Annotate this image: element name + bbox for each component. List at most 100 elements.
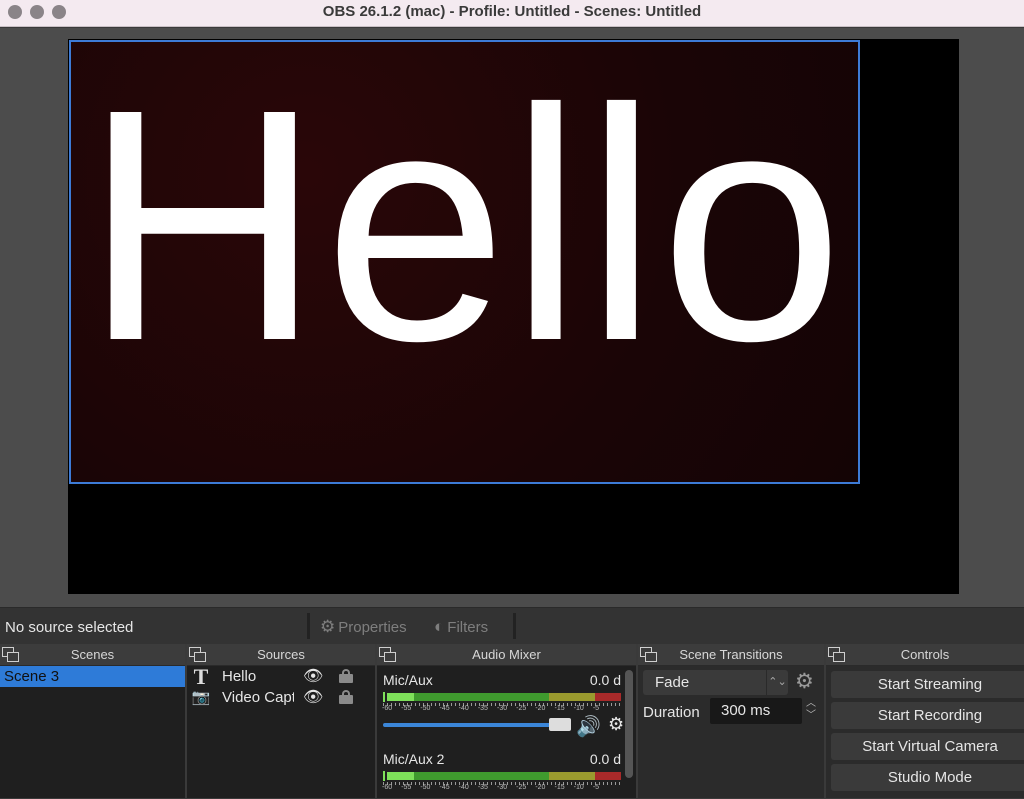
preview-hello-text: Hello [83, 40, 846, 409]
controls-dock-header: Controls [826, 644, 1024, 666]
gear-icon[interactable]: ⚙ [608, 714, 624, 735]
scene-transitions-dock-title: Scene Transitions [679, 647, 783, 662]
meter-tick-label: -35 [477, 784, 488, 791]
channel-name: Mic/Aux [383, 672, 433, 688]
audio-mixer-dock: Audio Mixer Mic/Aux 0.0 d -60 -55 -50 -45 -4… [377, 644, 636, 798]
eye-icon[interactable]: 👁 [303, 666, 323, 687]
meter-tick-label: -45 [439, 705, 450, 712]
start-streaming-button[interactable]: Start Streaming [831, 671, 1024, 698]
volume-meter [383, 691, 621, 703]
dock-float-icon[interactable] [189, 647, 206, 663]
meter-tick-label: -50 [420, 705, 431, 712]
source-name: Video Capture [222, 689, 294, 706]
text-icon: T [193, 664, 209, 689]
source-name: Hello [222, 668, 257, 685]
meter-tick-label: -35 [477, 705, 488, 712]
transition-value: Fade [655, 674, 690, 691]
meter-tick-label: -25 [516, 784, 527, 791]
duration-label: Duration [643, 704, 700, 721]
sources-dock-title: Sources [257, 647, 305, 662]
meter-tick-label: -30 [497, 705, 508, 712]
source-item[interactable]: T Hello 👁 [187, 664, 375, 689]
meter-yellow-zone [549, 772, 595, 780]
window-title: OBS 26.1.2 (mac) - Profile: Untitled - S… [322, 3, 702, 20]
properties-button[interactable]: ⚙ Properties [320, 617, 407, 637]
meter-tick-label: -60 [382, 705, 393, 712]
filters-label: Filters [447, 618, 489, 636]
meter-tick-label: -15 [554, 784, 565, 791]
title-bar: OBS 26.1.2 (mac) - Profile: Untitled - S… [0, 0, 1024, 27]
audio-mixer-body: Mic/Aux 0.0 d -60 -55 -50 -45 -40 -35 -30 -25 -2… [377, 666, 636, 798]
toolbar-separator [513, 613, 516, 639]
controls-dock: Controls Start Streaming Start Recording… [826, 644, 1024, 798]
duration-input[interactable]: 300 ms [710, 698, 802, 724]
meter-tick-label: -55 [401, 705, 412, 712]
scenes-dock: Scenes Scene 3 [0, 644, 185, 798]
audio-mixer-dock-title: Audio Mixer [472, 647, 541, 662]
filters-button[interactable]: ◐ Filters [434, 617, 488, 637]
dock-float-icon[interactable] [379, 647, 396, 663]
volume-meter [383, 770, 621, 782]
meter-tick-label: -45 [439, 784, 450, 791]
channel-db-readout: 0.0 d [589, 672, 621, 688]
sources-dock: Sources T Hello 👁 📷 Video Capture 👁 [187, 644, 375, 798]
scene-transitions-dock: Scene Transitions Fade ⌃⌄ ⚙ Duration 300… [638, 644, 824, 798]
meter-peak [383, 692, 385, 702]
source-toolbar: No source selected ⚙ Properties ◐ Filter… [0, 607, 1024, 644]
meter-tick-label: -40 [458, 705, 469, 712]
source-item[interactable]: 📷 Video Capture 👁 [187, 687, 375, 708]
chevron-up-icon[interactable]: ︿ [802, 698, 820, 710]
scene-item[interactable]: Scene 3 [0, 666, 185, 687]
gear-icon: ⚙ [320, 617, 336, 636]
eye-icon[interactable]: 👁 [303, 687, 323, 708]
gear-icon[interactable]: ⚙ [795, 669, 814, 694]
speaker-icon[interactable]: 🔊 [576, 714, 601, 739]
audio-mixer-dock-header: Audio Mixer [377, 644, 636, 666]
channel-db-readout: 0.0 d [589, 751, 621, 767]
dock-float-icon[interactable] [640, 647, 657, 663]
sources-list: T Hello 👁 📷 Video Capture 👁 [187, 666, 375, 798]
scenes-dock-title: Scenes [70, 647, 115, 662]
meter-tick-label: -60 [382, 784, 393, 791]
controls-body: Start Streaming Start Recording Start Vi… [826, 666, 1024, 798]
preview-source-hello[interactable]: Hello [69, 40, 860, 484]
mixer-channel: Mic/Aux 2 0.0 d -60 -55 -50 -45 -40 -35 -30 -25… [382, 751, 621, 799]
dock-float-icon[interactable] [828, 647, 845, 663]
volume-slider-handle[interactable] [549, 718, 571, 731]
scenes-list: Scene 3 [0, 666, 185, 798]
scene-transitions-dock-header: Scene Transitions [638, 644, 824, 666]
start-virtual-camera-button[interactable]: Start Virtual Camera [831, 733, 1024, 760]
meter-tick-label: -10 [573, 705, 584, 712]
scenes-dock-header: Scenes [0, 644, 185, 666]
meter-red-zone [595, 772, 621, 780]
meter-level [387, 772, 414, 780]
meter-level [387, 693, 414, 701]
dock-float-icon[interactable] [2, 647, 19, 663]
chevron-down-icon[interactable]: ﹀ [802, 710, 820, 722]
unlock-icon[interactable] [339, 690, 353, 704]
meter-tick-label: -50 [420, 784, 431, 791]
start-recording-button[interactable]: Start Recording [831, 702, 1024, 729]
duration-stepper[interactable]: ︿ ﹀ [802, 698, 820, 724]
studio-mode-button[interactable]: Studio Mode [831, 764, 1024, 791]
unlock-icon[interactable] [339, 669, 353, 683]
meter-tick-label: -20 [535, 705, 546, 712]
meter-tick-label: -15 [554, 705, 565, 712]
channel-name: Mic/Aux 2 [383, 751, 445, 767]
meter-tick-label: -30 [497, 784, 508, 791]
meter-tick-label: -10 [573, 784, 584, 791]
controls-dock-title: Controls [900, 647, 950, 662]
meter-tick-label: -25 [516, 705, 527, 712]
transition-select[interactable]: Fade ⌃⌄ [643, 670, 788, 695]
volume-slider[interactable] [383, 723, 571, 727]
toolbar-separator [307, 613, 310, 639]
meter-yellow-zone [549, 693, 595, 701]
mixer-channel: Mic/Aux 0.0 d -60 -55 -50 -45 -40 -35 -30 -25 -2… [382, 672, 624, 742]
meter-tick-label: -5 [592, 784, 600, 791]
mixer-scrollbar[interactable] [625, 670, 633, 778]
meter-tick-label: -20 [535, 784, 546, 791]
camera-icon: 📷 [191, 688, 211, 706]
scene-transitions-body: Fade ⌃⌄ ⚙ Duration 300 ms ︿ ﹀ [638, 666, 824, 798]
meter-tick-label: -55 [401, 784, 412, 791]
meter-scale: -60 -55 -50 -45 -40 -35 -30 -25 -20 -15 -10 -5 [382, 782, 621, 794]
